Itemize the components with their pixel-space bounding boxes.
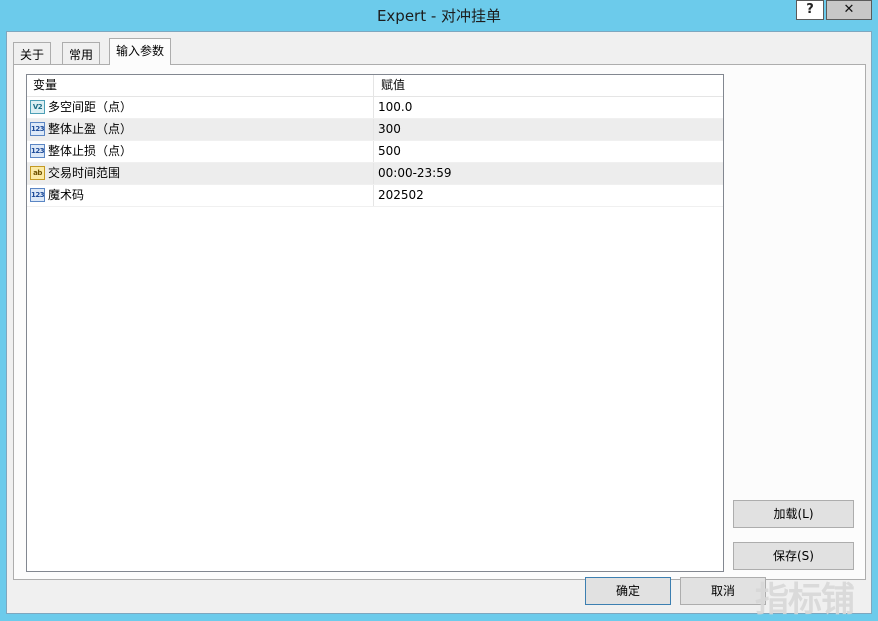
parameters-grid[interactable]: 变量 赋值 V2 多空间距（点） 100.0 123 整体止盈（点） 300 1… <box>26 74 724 572</box>
variable-name: 魔术码 <box>48 188 85 202</box>
title-bar: Expert - 对冲挂单 ? ✕ <box>0 0 878 30</box>
value-cell[interactable]: 00:00-23:59 <box>378 163 452 184</box>
tab-inputs[interactable]: 输入参数 <box>109 38 172 65</box>
grid-header: 变量 赋值 <box>27 75 723 97</box>
tab-common[interactable]: 常用 <box>62 42 101 64</box>
variable-cell: 123 魔术码 <box>27 185 374 206</box>
variable-name: 整体止损（点） <box>48 144 133 158</box>
variable-name: 整体止盈（点） <box>48 122 133 136</box>
save-button[interactable]: 保存(S) <box>733 542 854 570</box>
ok-button[interactable]: 确定 <box>585 577 671 605</box>
tab-about[interactable]: 关于 <box>13 42 52 64</box>
double-type-icon: V2 <box>30 100 45 114</box>
help-button[interactable]: ? <box>796 0 824 20</box>
inputs-tab-panel: 变量 赋值 V2 多空间距（点） 100.0 123 整体止盈（点） 300 1… <box>13 64 866 580</box>
load-button[interactable]: 加载(L) <box>733 500 854 528</box>
window-title: Expert - 对冲挂单 <box>376 7 502 25</box>
int-type-icon: 123 <box>30 144 45 158</box>
value-cell[interactable]: 100.0 <box>378 97 412 118</box>
int-type-icon: 123 <box>30 188 45 202</box>
table-row[interactable]: V2 多空间距（点） 100.0 <box>27 97 723 119</box>
watermark-logo: 指标铺 <box>755 580 855 620</box>
variable-cell: V2 多空间距（点） <box>27 97 374 118</box>
table-row[interactable]: ab 交易时间范围 00:00-23:59 <box>27 163 723 185</box>
variable-cell: 123 整体止盈（点） <box>27 119 374 140</box>
column-header-value[interactable]: 赋值 <box>375 75 723 96</box>
table-row[interactable]: 123 魔术码 202502 <box>27 185 723 207</box>
table-row[interactable]: 123 整体止盈（点） 300 <box>27 119 723 141</box>
cancel-button[interactable]: 取消 <box>680 577 766 605</box>
variable-cell: ab 交易时间范围 <box>27 163 374 184</box>
value-cell[interactable]: 202502 <box>378 185 424 206</box>
close-button[interactable]: ✕ <box>826 0 872 20</box>
table-row[interactable]: 123 整体止损（点） 500 <box>27 141 723 163</box>
variable-cell: 123 整体止损（点） <box>27 141 374 162</box>
string-type-icon: ab <box>30 166 45 180</box>
value-cell[interactable]: 500 <box>378 141 401 162</box>
int-type-icon: 123 <box>30 122 45 136</box>
column-header-variable[interactable]: 变量 <box>27 75 374 96</box>
value-cell[interactable]: 300 <box>378 119 401 140</box>
variable-name: 多空间距（点） <box>48 100 133 114</box>
dialog-client-area: 关于 常用 输入参数 变量 赋值 V2 多空间距（点） 100.0 123 整体… <box>6 31 872 614</box>
variable-name: 交易时间范围 <box>48 166 121 180</box>
